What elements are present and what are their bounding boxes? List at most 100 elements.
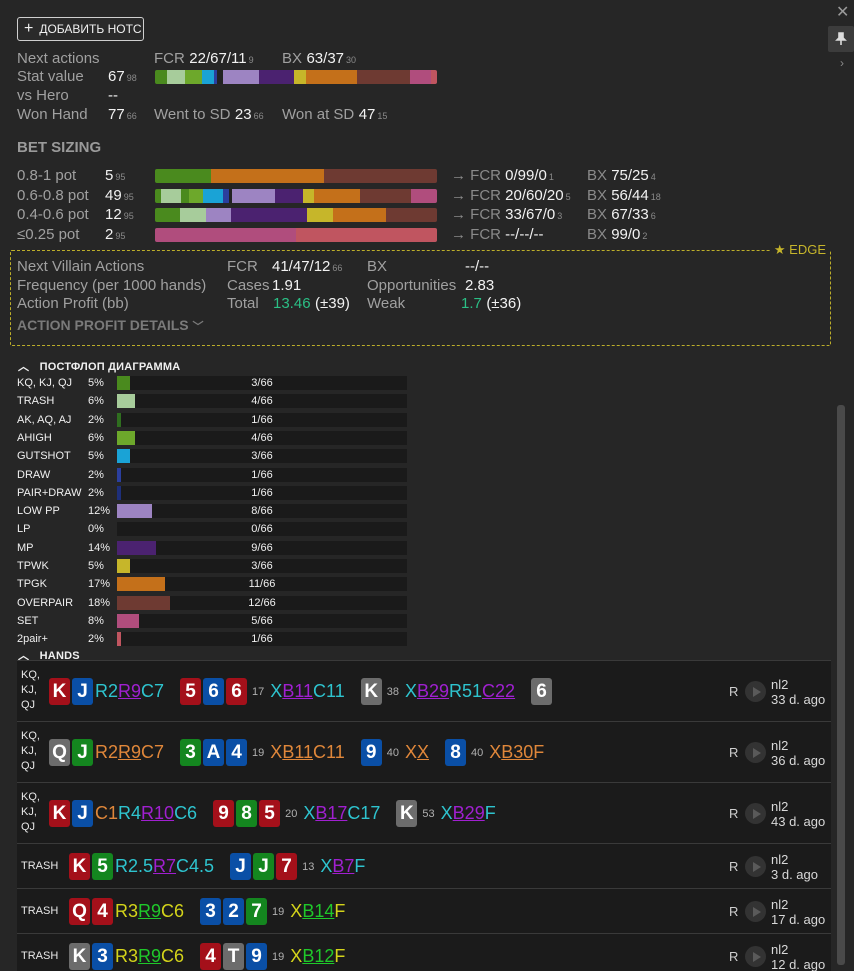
play-icon[interactable] (745, 803, 766, 824)
card: 6 (531, 678, 553, 705)
opportunities-label: Opportunities (367, 277, 457, 294)
hand-r-marker: R (729, 806, 739, 821)
hand-row[interactable]: KQ, KJ, QJ K J R2 R9 C7 5 6 6 17 X B11 C11 K 38 X B29… (17, 660, 831, 721)
hand-row[interactable]: KQ, KJ, QJ K J C1 R4 R10 C6 9 8 5 20 X B17 C17 K 53 X… (17, 782, 831, 843)
action: X (404, 681, 417, 701)
bet-size-value: 49 95 (105, 187, 134, 205)
hand-row[interactable]: KQ, KJ, QJ Q J R2 R9 C7 3 A 4 19 X B11 C11 9 40 X X84… (17, 721, 831, 782)
star-icon: ★ (773, 242, 786, 257)
postflop-category: LP (17, 523, 31, 536)
bar-segment (203, 188, 224, 203)
card: 9 (360, 739, 382, 766)
pot-size: 40 (386, 746, 399, 759)
hand-stake: nl2 (771, 941, 789, 957)
postflop-row: AHIGH 6% 4/66 (17, 430, 407, 446)
chevron-right-icon[interactable]: › (840, 56, 844, 70)
opportunities-value: 2.83 (465, 277, 495, 294)
postflop-percent: 5% (88, 450, 104, 463)
action: X (270, 742, 283, 762)
postflop-category: LOW PP (17, 505, 60, 518)
bar-segment (258, 70, 295, 84)
pin-icon[interactable] (828, 26, 854, 52)
card: 7 (246, 898, 268, 925)
bx-label: BX (587, 167, 612, 184)
bar-segment (296, 227, 437, 242)
edge-bx-value: --/-- (465, 258, 490, 275)
action: R7 (153, 856, 177, 876)
weak-label: Weak (367, 295, 406, 312)
card: 5 (92, 853, 113, 880)
play-icon[interactable] (745, 681, 766, 702)
scrollbar[interactable] (837, 405, 845, 965)
arrow-right-icon: → FCR (451, 186, 506, 204)
postflop-row: DRAW 2% 1/66 (17, 467, 407, 483)
card: T (223, 943, 245, 970)
hand-age: 36 d. ago (771, 752, 826, 768)
hand-age: 3 d. ago (771, 866, 818, 882)
bar-segment (184, 70, 203, 84)
postflop-bar-track: 1/66 (117, 632, 407, 647)
card: 3 (180, 739, 202, 766)
postflop-bar-track: 1/66 (117, 485, 407, 500)
hand-age: 43 d. ago (771, 813, 826, 829)
postflop-percent: 18% (88, 596, 111, 609)
arrow-right-icon: → FCR (451, 225, 506, 243)
close-icon[interactable]: ✕ (836, 2, 849, 22)
postflop-bar-track: 5/66 (117, 613, 407, 628)
play-icon[interactable] (745, 946, 766, 967)
action: C7 (141, 742, 165, 762)
postflop-count: 3/66 (251, 450, 273, 463)
action-profit-details-toggle[interactable]: ACTION PROFIT DETAILS ﹀ (17, 317, 204, 334)
play-icon[interactable] (745, 856, 766, 877)
postflop-row: KQ, KJ, QJ 5% 3/66 (17, 375, 407, 391)
cases-label: Cases (227, 277, 270, 294)
play-icon[interactable] (745, 742, 766, 763)
action: X (440, 803, 453, 823)
action: X (320, 856, 333, 876)
postflop-count: 5/66 (251, 614, 273, 627)
postflop-count: 3/66 (251, 560, 273, 572)
pot-size: 38 (386, 685, 399, 698)
vs-hero-value: -- (108, 87, 118, 104)
next-actions-label: Next actions (17, 50, 100, 67)
bx-count: 2 (642, 230, 648, 241)
postflop-row: 2pair+ 2% 1/66 (17, 631, 407, 647)
bar-segment (211, 169, 325, 183)
postflop-count: 11/66 (248, 578, 276, 591)
hand-category-line: KQ, (21, 669, 40, 681)
play-triangle (752, 808, 761, 819)
bar-segment (307, 208, 333, 222)
bet-size-bx: BX 67/33 6 (587, 206, 656, 224)
bet-size-bar (155, 227, 437, 242)
hand-row[interactable]: TRASH K 3 R3 R9 C6 4 T 9 19 X B12 F Rnl2 12 d. ago (17, 933, 831, 971)
postflop-header[interactable]: ︿ ПОСТФЛОП ДИАГРАММА (18, 357, 180, 375)
action: R9 (138, 901, 162, 921)
bet-size-value: 2 95 (105, 226, 125, 244)
postflop-row: TPGK 17% 11/66 (17, 576, 407, 592)
postflop-bar-track: 1/66 (117, 467, 407, 482)
action: C6 (161, 901, 185, 921)
card: 9 (246, 943, 268, 970)
add-note-button[interactable]: + ДОБАВИТЬ НОТС (17, 17, 144, 41)
bar-segment (314, 188, 361, 203)
card: 9 (213, 800, 235, 827)
hand-row[interactable]: TRASH Q 4 R3 R9 C6 3 2 7 19 X B14 F Rnl2 17 d. ago (17, 888, 831, 933)
edge-label: ★ EDGE (769, 242, 830, 258)
bar-segment (180, 188, 190, 203)
hand-stake: nl2 (771, 676, 789, 692)
card: 5 (180, 678, 202, 705)
card: J (230, 853, 252, 880)
hand-r-marker: R (729, 745, 739, 760)
postflop-count: 1/66 (251, 468, 273, 481)
bar-segment (155, 227, 296, 242)
action: C6 (161, 946, 185, 966)
pot-size: 40 (470, 746, 484, 759)
play-icon[interactable] (745, 901, 766, 922)
pot-size: 19 (252, 746, 265, 759)
hand-sequence: K 5 R2.5 R7 C4.5 J J 7 13 X B7 F (69, 853, 365, 880)
postflop-category: AK, AQ, AJ (17, 413, 72, 426)
weak-value: 1.7 (±36) (461, 295, 522, 312)
postflop-count: 0/66 (251, 523, 273, 536)
action: R2 (95, 681, 119, 701)
hand-row[interactable]: TRASH K 5 R2.5 R7 C4.5 J J 7 13 X B7 F Rnl2 3 d. a… (17, 843, 831, 888)
